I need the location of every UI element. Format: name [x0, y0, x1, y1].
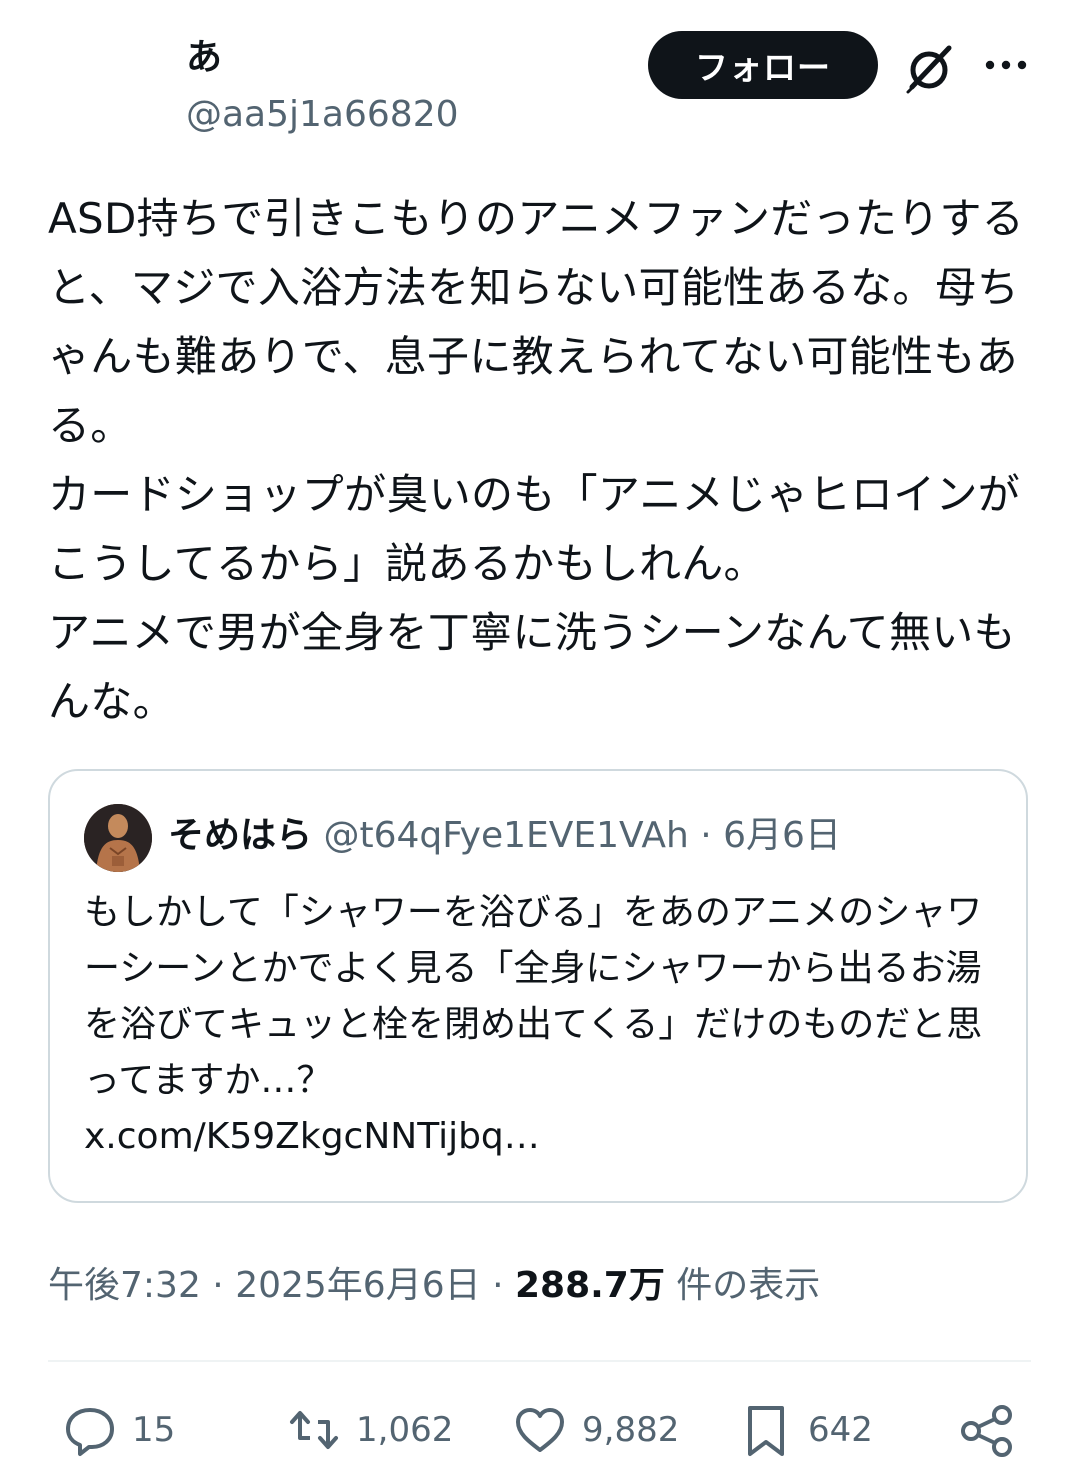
grok-icon[interactable]	[902, 40, 958, 96]
like-count: 9,882	[582, 1410, 680, 1450]
divider	[48, 1360, 1031, 1362]
repost-count: 1,062	[356, 1410, 454, 1450]
meta-separator: ·	[480, 1265, 515, 1306]
quote-link[interactable]: x.com/K59ZkgcNNTijbq…	[84, 1116, 540, 1157]
bookmark-icon	[748, 1406, 784, 1456]
quote-header: そめはら @t64qFye1EVE1VAh · 6月6日	[168, 812, 841, 860]
more-icon[interactable]	[982, 50, 1030, 80]
like-button[interactable]: 9,882	[512, 1400, 679, 1460]
views-count[interactable]: 288.7万	[515, 1265, 665, 1306]
share-icon[interactable]	[958, 1402, 1016, 1460]
heart-icon	[516, 1408, 564, 1452]
repost-icon	[290, 1411, 338, 1449]
author-display-name[interactable]: あ	[186, 36, 222, 80]
quote-author-name[interactable]: そめはら	[168, 815, 312, 856]
bookmark-button[interactable]: 642	[738, 1400, 873, 1460]
quote-author-avatar[interactable]	[84, 804, 152, 872]
tweet-meta: 午後7:32 · 2025年6月6日 · 288.7万 件の表示	[48, 1262, 820, 1310]
reply-count: 15	[132, 1410, 176, 1450]
meta-separator: ·	[200, 1265, 236, 1306]
tweet-text: ASD持ちで引きこもりのアニメファンだったりすると、マジで入浴方法を知らない可能…	[48, 194, 1025, 726]
follow-button[interactable]: フォロー	[648, 31, 878, 99]
quote-date[interactable]: 6月6日	[723, 815, 841, 856]
tweet-date[interactable]: 2025年6月6日	[235, 1265, 480, 1306]
author-avatar[interactable]	[48, 28, 160, 140]
bookmark-count: 642	[808, 1410, 873, 1450]
reply-icon	[66, 1408, 114, 1456]
quote-separator: ·	[688, 815, 724, 856]
tweet-time[interactable]: 午後7:32	[48, 1265, 201, 1306]
quote-text: もしかして「シャワーを浴びる」をあのアニメのシャワーシーンとかでよく見る「全身に…	[84, 885, 984, 1165]
author-handle[interactable]: @aa5j1a66820	[186, 93, 459, 137]
repost-button[interactable]: 1,062	[286, 1400, 453, 1460]
quote-body: もしかして「シャワーを浴びる」をあのアニメのシャワーシーンとかでよく見る「全身に…	[84, 892, 983, 1101]
views-label: 件の表示	[664, 1265, 821, 1306]
quote-author-handle[interactable]: @t64qFye1EVE1VAh	[323, 815, 688, 856]
reply-button[interactable]: 15	[62, 1400, 175, 1460]
